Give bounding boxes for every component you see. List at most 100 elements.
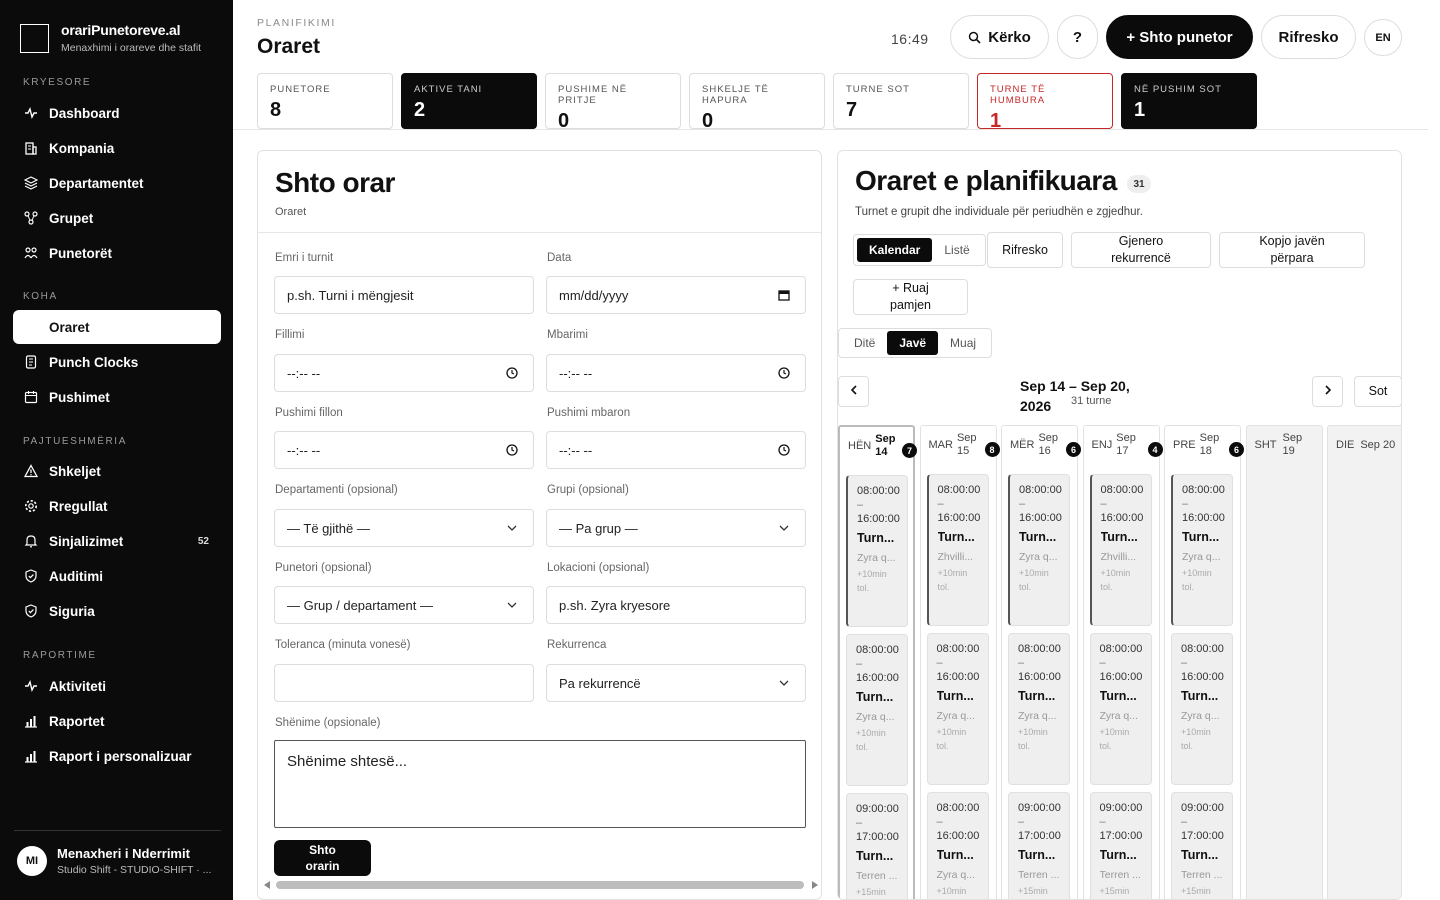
refresh-button[interactable]: Rifresko (1261, 15, 1356, 59)
clock-icon[interactable] (505, 443, 519, 457)
group-select[interactable]: — Pa grup — (546, 509, 806, 547)
stat-card-employees[interactable]: PUNETORE 8 (257, 73, 393, 129)
today-button[interactable]: Sot (1354, 376, 1401, 407)
nav-item-label: Kompania (49, 140, 115, 156)
stat-card-shifts-today[interactable]: TURNE SOT 7 (833, 73, 969, 129)
shift-location: Zhvilli... (1100, 551, 1137, 563)
shift-end: 16:00:00 (1018, 671, 1061, 683)
search-button[interactable]: Kërko (950, 15, 1049, 59)
nav-item-siguria[interactable]: Siguria (13, 594, 221, 628)
clock-icon[interactable] (777, 443, 791, 457)
day-date: Sep 19 (1283, 432, 1303, 458)
copy-previous-week-button[interactable]: Kopjo javën përpara (1219, 232, 1365, 268)
date-input[interactable]: mm/dd/yyyy (546, 276, 806, 314)
stat-card-pending-leave[interactable]: PUSHIME NË PRITJE 0 (545, 73, 681, 132)
nav-item-punch-clocks[interactable]: Punch Clocks (13, 345, 221, 379)
shift-end: 16:00:00 (1019, 512, 1062, 524)
break-end-input[interactable]: --:-- -- (546, 431, 806, 469)
shift-card[interactable]: 08:00:00 – 16:00:00 Turn... Zyra q... +10min t… (1171, 474, 1233, 626)
day-column[interactable]: MAR Sep 15 8 08:00:00–16:00:00 Turn... Zhvilli… (919, 425, 1000, 899)
shift-card[interactable]: 08:00:00 – 16:00:00 Turn... Zyra q... +10min t… (1171, 633, 1233, 785)
add-employee-button[interactable]: + Shto punetor (1106, 15, 1253, 59)
nav-item-label: Aktiviteti (49, 678, 107, 694)
range-month-tab[interactable]: Muaj (938, 331, 988, 355)
stat-card-active-now[interactable]: AKTIVE TANI 2 (401, 73, 537, 129)
gear-icon (24, 499, 38, 513)
generate-recurrence-button[interactable]: Gjenero rekurrencë (1071, 232, 1211, 268)
day-column[interactable]: DIE Sep 20 (1327, 425, 1401, 899)
stat-card-open-violations[interactable]: SHKELJE TË HAPURA 0 (689, 73, 825, 132)
shift-card[interactable]: 08:00:00 – 16:00:00 Turn... Zyra q... +10min t… (1008, 474, 1070, 626)
shift-card[interactable]: 09:00:00 – 17:00:00 Turn... Terren ... +15min (1089, 792, 1152, 899)
range-week-tab[interactable]: Javë (887, 331, 939, 355)
department-select[interactable]: — Të gjithë — (274, 509, 534, 547)
shift-name-input[interactable]: p.sh. Turni i mëngjesit (274, 276, 534, 314)
shift-card[interactable]: 09:00:00 – 17:00:00 Turn... Terren ... +15min (1008, 792, 1070, 899)
nav-item-kompania[interactable]: Kompania (13, 131, 221, 165)
page-title: Oraret (257, 35, 321, 58)
day-column[interactable]: ENJ Sep 17 4 08:00:00 – 16:00:00 Turn... Zhvilli… (1082, 425, 1163, 899)
nav-item-pushimet[interactable]: Pushimet (13, 380, 221, 414)
shift-card[interactable]: 09:00:00 – 17:00:00 Turn... Terren ... +15min (846, 793, 908, 899)
nav-item-oraret[interactable]: Oraret (13, 310, 221, 344)
nav-item-departamentet[interactable]: Departamentet (13, 166, 221, 200)
shift-card[interactable]: 08:00:00 – 16:00:00 Turn... Zyra q... +10min t… (1089, 633, 1152, 785)
start-time-input[interactable]: --:-- -- (274, 354, 534, 392)
day-date: Sep 14 (875, 433, 895, 459)
employee-select[interactable]: — Grup / departament — (274, 586, 534, 624)
day-column[interactable]: MËR Sep 16 6 08:00:00 – 16:00:00 Turn... Zyra q.… (1001, 425, 1081, 899)
warning-icon (24, 464, 38, 478)
nav-item-rregullat[interactable]: Rregullat (13, 489, 221, 523)
shift-card[interactable]: 09:00:00 – 17:00:00 Turn... Terren ... +15min (1171, 792, 1233, 899)
day-header: MAR Sep 15 8 (921, 426, 1000, 464)
nav-item-sinjalizimet[interactable]: Sinjalizimet 52 (13, 524, 221, 558)
end-time-input[interactable]: --:-- -- (546, 354, 806, 392)
add-schedule-button[interactable]: Shto orarin (274, 840, 371, 876)
break-start-input[interactable]: --:-- -- (274, 431, 534, 469)
nav-item-aktiviteti[interactable]: Aktiviteti (13, 669, 221, 703)
range-day-tab[interactable]: Ditë (842, 331, 887, 355)
day-column[interactable]: HËN Sep 14 7 08:00:00 – 16:00:00 Turn... Zyra q.… (838, 425, 917, 899)
user-profile[interactable]: MI Menaxheri i Nderrimit Studio Shift - … (17, 846, 211, 876)
calendar-icon[interactable] (777, 288, 791, 302)
tolerance-input[interactable] (274, 664, 534, 702)
nav-item-punetoret[interactable]: Punetorët (13, 236, 221, 270)
stat-card-on-leave-today[interactable]: NË PUSHIM SOT 1 (1121, 73, 1257, 129)
stat-card-missed-shifts[interactable]: TURNE TË HUMBURA 1 (977, 73, 1113, 132)
next-week-button[interactable] (1312, 376, 1343, 407)
shift-dash: – (937, 498, 944, 510)
view-list-tab[interactable]: Listë (932, 238, 981, 262)
clock-icon[interactable] (777, 366, 791, 380)
shift-card[interactable]: 08:00:00 – 16:00:00 Turn... Zhvilli... +10min… (1089, 474, 1152, 626)
nav-section-pajtueshmeria: PAJTUESHMËRIA (23, 436, 127, 447)
shift-card[interactable]: 08:00:00 – 16:00:00 Turn... Zyra q... +10min t… (846, 475, 908, 627)
day-column[interactable]: SHT Sep 19 (1245, 425, 1323, 899)
nav-item-raportet[interactable]: Raportet (13, 704, 221, 738)
save-view-button[interactable]: + Ruaj pamjen (853, 279, 968, 315)
schedule-refresh-button[interactable]: Rifresko (987, 232, 1063, 268)
start-time-value: --:-- -- (287, 365, 321, 381)
location-input[interactable]: p.sh. Zyra kryesore (546, 586, 806, 624)
nav-item-dashboard[interactable]: Dashboard (13, 96, 221, 130)
nav-item-auditimi[interactable]: Auditimi (13, 559, 221, 593)
day-date: Sep 20 (1360, 439, 1395, 452)
range-toggle: Ditë Javë Muaj (838, 328, 993, 358)
shift-card[interactable]: 08:00:00 – 16:00:00 Turn... Zyra q... +10min t… (846, 634, 908, 786)
nav-item-raport-i-personalizuar[interactable]: Raport i personalizuar (13, 739, 221, 773)
clock-icon[interactable] (505, 366, 519, 380)
shift-card[interactable]: 08:00:00 – 16:00:00 Turn... Zhvilli... +10min… (926, 474, 989, 626)
view-calendar-tab[interactable]: Kalendar (857, 238, 933, 262)
horizontal-scrollbar[interactable] (264, 878, 818, 890)
prev-week-button[interactable] (838, 376, 869, 407)
notes-textarea[interactable]: Shënime shtesë... (274, 740, 806, 828)
nav-item-shkeljet[interactable]: Shkeljet (13, 454, 221, 488)
help-button[interactable]: ? (1057, 15, 1098, 59)
nav-item-grupet[interactable]: Grupet (13, 201, 221, 235)
day-column[interactable]: PRE Sep 18 6 08:00:00–16:00:00 Turn... Zyra q.… (1164, 425, 1244, 899)
language-toggle[interactable]: EN (1364, 19, 1402, 56)
brand[interactable]: orariPunetoreve.al Menaxhimi i orareve d… (20, 22, 201, 54)
shift-card[interactable]: 08:00:00 – 16:00:00 Turn... Zyra q... +10min t… (1008, 633, 1070, 785)
recurrence-select[interactable]: Pa rekurrencë (546, 664, 806, 702)
shift-card[interactable]: 08:00:00 – 16:00:00 Turn... Zyra q... +10min t… (926, 633, 989, 785)
shift-card[interactable]: 08:00:00 – 16:00:00 Turn... Zyra q... +10min (926, 792, 989, 899)
